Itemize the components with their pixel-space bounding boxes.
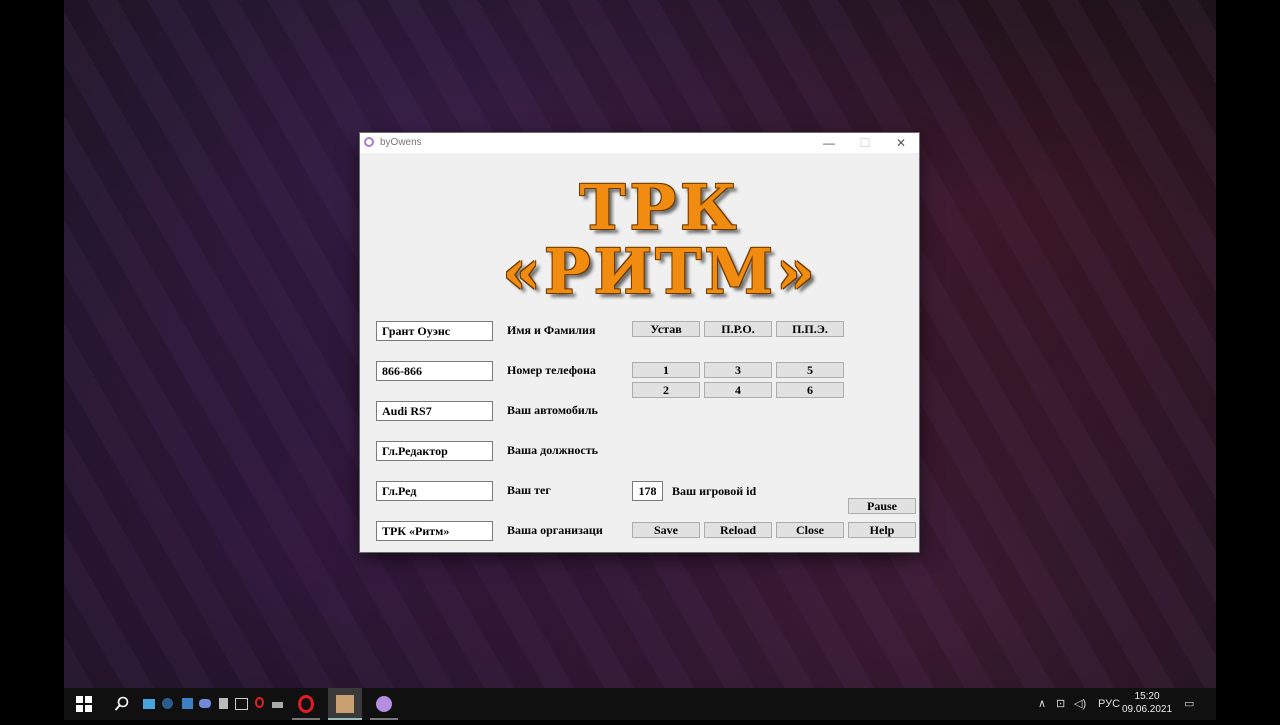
- language-indicator[interactable]: РУС: [1098, 688, 1120, 720]
- app-window: byOwens — ☐ ✕ ТРК «РИТМ» Грант Оуэнс Имя…: [360, 133, 919, 552]
- position-label: Ваша должность: [507, 443, 598, 457]
- number-button-2[interactable]: 2: [632, 382, 700, 398]
- number-button-5[interactable]: 5: [776, 362, 844, 378]
- app-icon-gray[interactable]: [234, 688, 248, 720]
- maximize-button[interactable]: ☐: [850, 135, 880, 151]
- tag-field[interactable]: Гл.Ред: [376, 481, 493, 501]
- notifications-icon[interactable]: ▭: [1184, 688, 1194, 720]
- ustav-button[interactable]: Устав: [632, 321, 700, 337]
- game-id-label: Ваш игровой id: [672, 484, 757, 498]
- pro-button[interactable]: П.Р.О.: [704, 321, 772, 337]
- clock-time: 15:20: [1134, 691, 1160, 702]
- help-button[interactable]: Help: [848, 522, 916, 538]
- clock[interactable]: 15:20 09.06.2021: [1122, 690, 1172, 716]
- logo-text-line2: «РИТМ»: [502, 235, 818, 308]
- phone-field[interactable]: 866-866: [376, 361, 493, 381]
- trk-ritm-logo: ТРК «РИТМ»: [460, 171, 860, 311]
- clock-date: 09.06.2021: [1122, 704, 1173, 715]
- minimize-button[interactable]: —: [814, 135, 844, 151]
- car-label: Ваш автомобиль: [507, 403, 598, 417]
- number-button-6[interactable]: 6: [776, 382, 844, 398]
- name-field[interactable]: Грант Оуэнс: [376, 321, 493, 341]
- car-field[interactable]: Audi RS7: [376, 401, 493, 421]
- steam-icon[interactable]: [160, 688, 174, 720]
- organization-field[interactable]: ТРК «Ритм»: [376, 521, 493, 541]
- recycle-bin-icon[interactable]: [216, 688, 230, 720]
- taskbar: ∧ ⊡ ◁) РУС 15:20 09.06.2021 ▭: [64, 688, 1216, 720]
- opera-taskbar-icon[interactable]: [292, 688, 320, 720]
- network-icon[interactable]: ⊡: [1056, 688, 1065, 720]
- tag-label: Ваш тег: [507, 483, 551, 497]
- logo-text-line1: ТРК: [579, 171, 741, 244]
- pause-button[interactable]: Pause: [848, 498, 916, 514]
- number-button-3[interactable]: 3: [704, 362, 772, 378]
- discord-icon[interactable]: [198, 688, 212, 720]
- drive-icon[interactable]: [270, 688, 284, 720]
- save-button[interactable]: Save: [632, 522, 700, 538]
- ppe-button[interactable]: П.П.Э.: [776, 321, 844, 337]
- app-taskbar-icon[interactable]: [370, 688, 398, 720]
- app-icon: [364, 137, 374, 147]
- number-button-1[interactable]: 1: [632, 362, 700, 378]
- organization-label: Ваша организаци: [507, 523, 603, 537]
- app-icon-blue[interactable]: [180, 688, 194, 720]
- game-id-field[interactable]: 178: [632, 481, 663, 501]
- opera-small-icon[interactable]: [252, 688, 266, 720]
- close-window-button[interactable]: ✕: [886, 135, 916, 151]
- reload-button[interactable]: Reload: [704, 522, 772, 538]
- close-button[interactable]: Close: [776, 522, 844, 538]
- search-icon[interactable]: [108, 688, 136, 720]
- phone-label: Номер телефона: [507, 363, 596, 377]
- number-button-4[interactable]: 4: [704, 382, 772, 398]
- position-field[interactable]: Гл.Редактор: [376, 441, 493, 461]
- speaker-icon[interactable]: ◁): [1074, 688, 1086, 720]
- window-title: byOwens: [380, 137, 422, 148]
- game-taskbar-icon[interactable]: [328, 688, 362, 720]
- chevron-up-icon[interactable]: ∧: [1038, 688, 1046, 720]
- windows-logo-icon: [76, 696, 92, 712]
- title-bar[interactable]: byOwens — ☐ ✕: [360, 133, 919, 153]
- start-button[interactable]: [64, 688, 104, 720]
- name-label: Имя и Фамилия: [507, 323, 596, 337]
- desktop-app-icon[interactable]: [142, 688, 156, 720]
